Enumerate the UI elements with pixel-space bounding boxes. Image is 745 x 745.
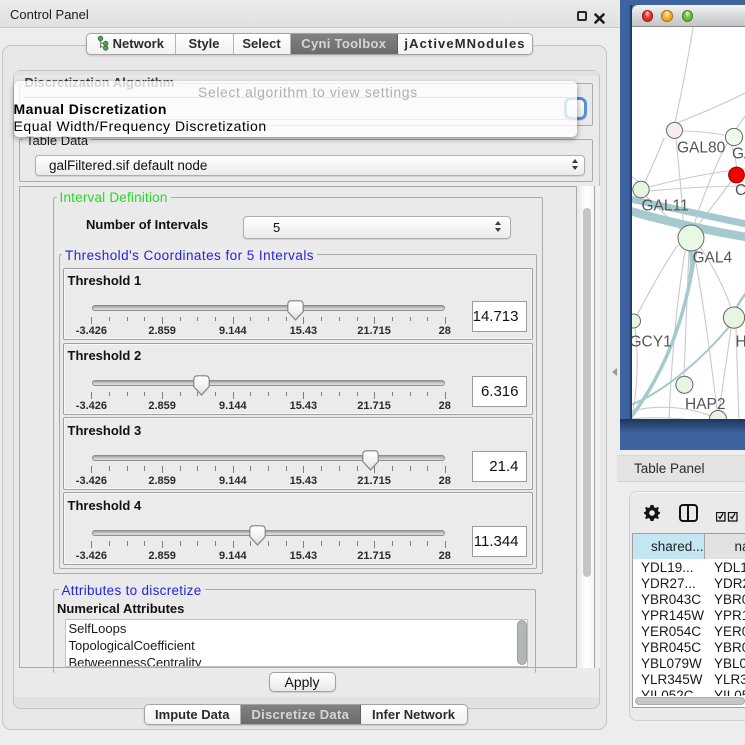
svg-text:HAP2: HAP2	[685, 396, 726, 413]
svg-text:H: H	[736, 334, 745, 351]
svg-text:GA: GA	[732, 146, 745, 163]
svg-text:GAL11: GAL11	[642, 198, 689, 215]
svg-text:GAL4: GAL4	[693, 250, 733, 267]
svg-text:GCY1: GCY1	[632, 334, 672, 351]
svg-text:GAL80: GAL80	[677, 140, 726, 157]
svg-text:C: C	[735, 182, 745, 199]
